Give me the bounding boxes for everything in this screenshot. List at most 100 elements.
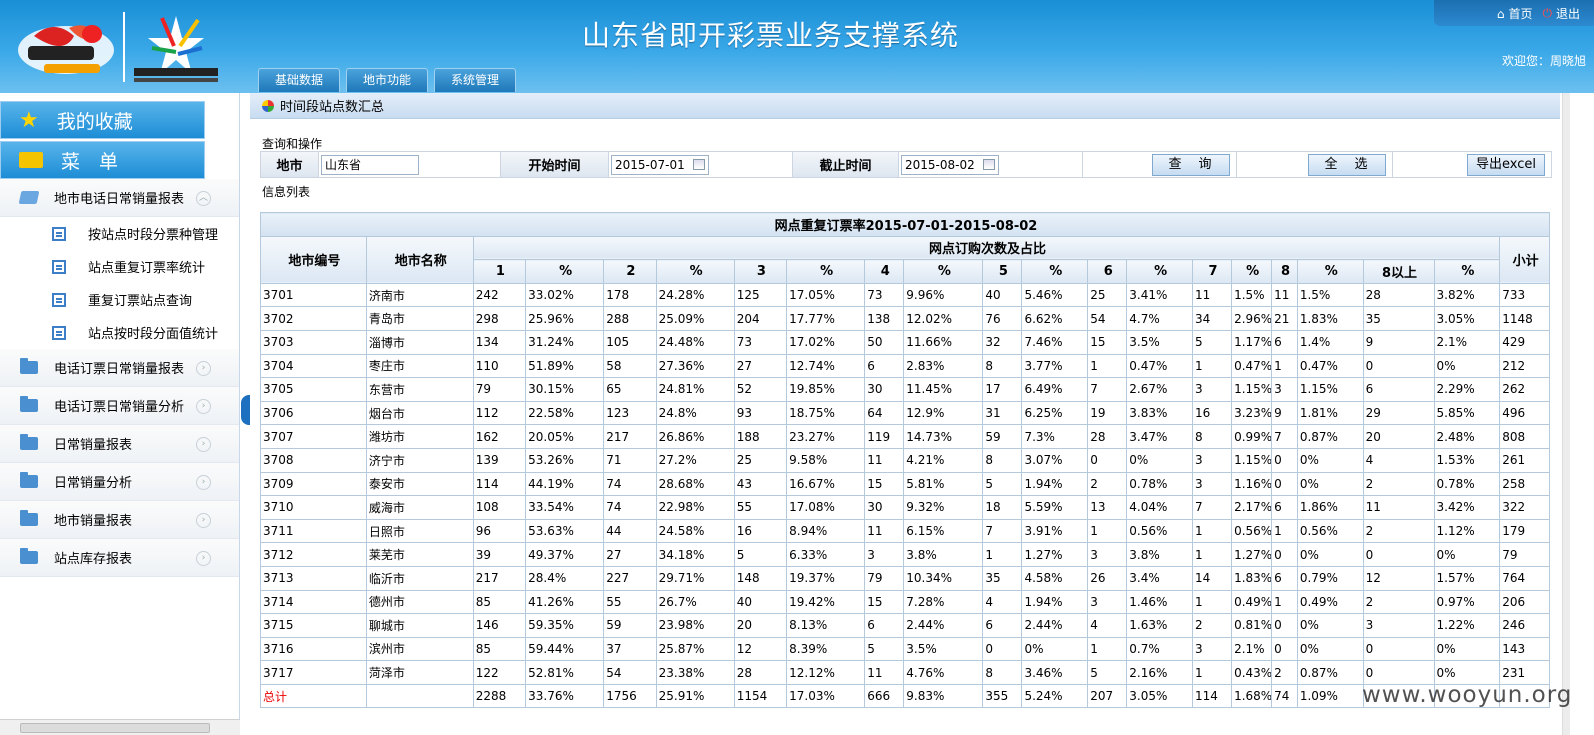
chevron-up-icon[interactable]: ︿ bbox=[196, 191, 211, 206]
table-cell: 3711 bbox=[260, 518, 367, 544]
select-all-button[interactable]: 全 选 bbox=[1308, 153, 1386, 176]
logout-link[interactable]: ⏻ 退出 bbox=[1542, 5, 1580, 22]
table-cell: 3.5% bbox=[1126, 329, 1194, 355]
sidebar-group-daily-analysis[interactable]: 日常销量分析 › bbox=[0, 463, 239, 501]
table-cell: 76 bbox=[982, 306, 1023, 331]
table-cell: 119 bbox=[864, 424, 905, 449]
city-cell: 山东省 bbox=[319, 152, 501, 177]
chevron-right-icon[interactable]: › bbox=[196, 437, 211, 452]
table-cell: 0.47% bbox=[1231, 353, 1273, 379]
table-cell: 3.83% bbox=[1126, 400, 1194, 426]
page-vertical-scrollbar[interactable] bbox=[1560, 93, 1594, 735]
start-date-input[interactable]: 2015-07-01 bbox=[611, 154, 709, 175]
table-cell: 40 bbox=[733, 589, 788, 615]
table-cell: 淄博市 bbox=[365, 329, 474, 355]
home-icon: ⌂ bbox=[1496, 6, 1505, 21]
sidebar-item-label: 按站点时段分票种管理 bbox=[88, 228, 219, 243]
home-link[interactable]: ⌂ 首页 bbox=[1497, 5, 1533, 22]
table-cell: 3.4% bbox=[1126, 565, 1194, 591]
table-cell: 4.7% bbox=[1126, 306, 1194, 331]
table-cell: 3 bbox=[1362, 613, 1435, 638]
table-cell: 217 bbox=[472, 565, 527, 591]
table-cell: 26.7% bbox=[655, 589, 735, 615]
table-cell: 7 bbox=[1087, 377, 1128, 402]
lottery-logo-icon bbox=[18, 25, 114, 74]
sidebar-group-label: 日常销量分析 bbox=[54, 476, 133, 491]
table-cell: 3709 bbox=[260, 471, 367, 497]
table-cell: 2 bbox=[1362, 518, 1435, 544]
table-cell: 29 bbox=[1362, 400, 1435, 426]
nav-system-management[interactable]: 系统管理 bbox=[434, 68, 516, 92]
chevron-right-icon[interactable]: › bbox=[196, 475, 211, 490]
scrollbar-thumb[interactable] bbox=[20, 723, 210, 733]
table-cell: 79 bbox=[1499, 542, 1550, 567]
table-cell: 3.46% bbox=[1021, 660, 1089, 685]
table-cell: 188 bbox=[733, 424, 788, 449]
subheader-cell: 5 bbox=[982, 259, 1023, 284]
nav-city-functions[interactable]: 地市功能 bbox=[346, 68, 428, 92]
table-cell: 79 bbox=[864, 565, 905, 591]
table-cell: 3.5% bbox=[903, 636, 984, 662]
folder-icon bbox=[20, 358, 38, 374]
sidebar-item-denomination-stats[interactable]: 站点按时段分面值统计 bbox=[0, 316, 239, 349]
table-cell: 8 bbox=[982, 660, 1023, 685]
chevron-right-icon[interactable]: › bbox=[196, 361, 211, 376]
table-cell: 764 bbox=[1499, 565, 1550, 591]
table-cell: 2.29% bbox=[1433, 377, 1501, 402]
table-cell: 242 bbox=[472, 282, 527, 308]
app-header: 山东省即开彩票业务支撑系统 基础数据 地市功能 系统管理 ⌂ 首页 ⏻ 退出 欢… bbox=[0, 0, 1594, 93]
table-cell: 1.15% bbox=[1296, 377, 1364, 402]
sidebar-collapse-toggle[interactable] bbox=[241, 395, 250, 425]
sidebar-group-phone-daily-analysis[interactable]: 电话订票日常销量分析 › bbox=[0, 387, 239, 425]
table-cell: 59.44% bbox=[525, 636, 605, 662]
table-cell: 4 bbox=[1362, 447, 1435, 473]
table-cell: 28 bbox=[1362, 282, 1435, 308]
table-cell: 178 bbox=[603, 282, 657, 308]
sidebar-group-station-inventory[interactable]: 站点库存报表 › bbox=[0, 539, 239, 577]
end-date-input[interactable]: 2015-08-02 bbox=[901, 154, 999, 175]
calendar-icon[interactable] bbox=[693, 159, 705, 170]
favorites-header[interactable]: ★ 我的收藏 bbox=[0, 101, 205, 139]
table-cell: 3.23% bbox=[1231, 400, 1273, 426]
table-cell: 1.16% bbox=[1231, 471, 1273, 497]
sidebar-horizontal-scrollbar[interactable] bbox=[0, 719, 240, 735]
sidebar-item-station-period-type[interactable]: 按站点时段分票种管理 bbox=[0, 217, 239, 250]
menu-header[interactable]: 菜 单 bbox=[0, 141, 205, 179]
export-excel-button[interactable]: 导出excel bbox=[1467, 153, 1545, 176]
table-cell: 2.1% bbox=[1231, 636, 1273, 662]
table-cell: 3.8% bbox=[1126, 542, 1194, 567]
sidebar-group-city-sales[interactable]: 地市销量报表 › bbox=[0, 501, 239, 539]
sidebar-item-repeat-order-query[interactable]: 重复订票站点查询 bbox=[0, 283, 239, 316]
table-cell: 35 bbox=[982, 565, 1023, 591]
sidebar-group-city-phone-daily[interactable]: 地市电话日常销量报表 ︿ bbox=[0, 179, 239, 217]
table-cell: 3704 bbox=[260, 353, 367, 379]
calendar-icon[interactable] bbox=[983, 159, 995, 170]
table-cell: 59.35% bbox=[525, 613, 605, 638]
sidebar-item-repeat-order-rate[interactable]: 站点重复订票率统计 bbox=[0, 250, 239, 283]
table-cell: 0% bbox=[1296, 613, 1364, 638]
sidebar-group-daily-report[interactable]: 日常销量报表 › bbox=[0, 425, 239, 463]
sidebar-group-phone-daily-report[interactable]: 电话订票日常销量报表 › bbox=[0, 349, 239, 387]
table-cell: 4.04% bbox=[1126, 495, 1194, 520]
table-cell: 2.44% bbox=[1021, 613, 1089, 638]
sidebar-group-label: 地市电话日常销量报表 bbox=[54, 192, 185, 207]
table-cell: 138 bbox=[864, 306, 905, 331]
table-cell: 0.47% bbox=[1296, 353, 1364, 379]
chevron-right-icon[interactable]: › bbox=[196, 513, 211, 528]
table-cell: 288 bbox=[603, 306, 657, 331]
table-cell: 74 bbox=[603, 495, 657, 520]
table-cell: 3705 bbox=[260, 377, 367, 402]
table-cell: 0% bbox=[1296, 471, 1364, 497]
chevron-right-icon[interactable]: › bbox=[196, 399, 211, 414]
table-cell: 112 bbox=[472, 400, 527, 426]
table-cell: 23.38% bbox=[655, 660, 735, 685]
search-button[interactable]: 查 询 bbox=[1152, 153, 1230, 176]
table-cell: 227 bbox=[603, 565, 657, 591]
table-cell: 1.57% bbox=[1433, 565, 1501, 591]
nav-basic-data[interactable]: 基础数据 bbox=[258, 68, 340, 92]
table-cell: 0% bbox=[1433, 660, 1501, 685]
table-cell: 3.77% bbox=[1021, 353, 1089, 379]
city-input[interactable]: 山东省 bbox=[321, 154, 419, 175]
scrollbar-track[interactable] bbox=[1562, 93, 1570, 735]
chevron-right-icon[interactable]: › bbox=[196, 551, 211, 566]
